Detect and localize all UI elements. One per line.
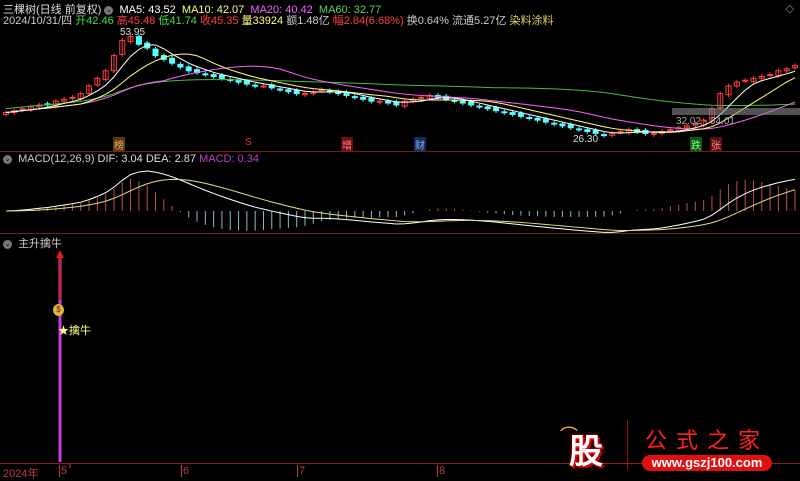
candle-body xyxy=(517,112,524,117)
panel-divider xyxy=(0,151,800,152)
candle-body xyxy=(277,88,284,91)
dea-value: DEA: 2.87 xyxy=(145,153,196,165)
candle-body xyxy=(252,84,259,87)
candle-body xyxy=(542,118,549,123)
candle-body xyxy=(202,73,209,76)
event-marker[interactable]: S xyxy=(244,137,253,148)
event-marker[interactable]: 跌 xyxy=(690,137,702,152)
event-marker[interactable]: 财 xyxy=(414,137,426,152)
candle-body xyxy=(493,107,500,112)
candle-body xyxy=(468,101,475,106)
chevron-down-icon[interactable]: ⌄ xyxy=(3,239,12,249)
candle-body xyxy=(559,123,566,127)
candle-body xyxy=(185,66,192,72)
signal-title: 主升擒牛 xyxy=(18,238,63,250)
candle-body xyxy=(584,129,591,133)
axis-month: 7 xyxy=(297,465,306,477)
candle-body xyxy=(169,57,176,64)
signal-header: ⌄ 主升擒牛 xyxy=(3,235,62,251)
candle-body xyxy=(476,105,483,108)
candle-body xyxy=(526,116,533,119)
candle-body xyxy=(360,96,367,100)
chevron-down-icon[interactable]: ⌄ xyxy=(3,154,12,164)
min-price-label: 26.30 xyxy=(573,134,599,145)
axis-month: 5 xyxy=(59,465,68,477)
watermark-divider xyxy=(627,420,628,470)
chart-canvas[interactable] xyxy=(0,0,800,478)
candle-body xyxy=(667,129,674,132)
max-price-label: 53.95 xyxy=(120,27,146,38)
dif-line xyxy=(5,170,796,233)
candle-body xyxy=(177,63,184,68)
candle-body xyxy=(285,89,292,93)
macd-value: MACD: 0.34 xyxy=(199,153,259,165)
dea-line xyxy=(5,178,796,231)
candle-body xyxy=(501,111,508,114)
event-marker[interactable]: 张 xyxy=(710,137,722,152)
candle-body xyxy=(260,85,267,88)
candle-body xyxy=(617,131,624,134)
candle-body xyxy=(69,96,76,99)
axis-year: 2024年 xyxy=(3,468,39,480)
candle-body xyxy=(484,106,491,110)
candle-body xyxy=(592,129,599,134)
candle-body xyxy=(152,48,159,57)
axis-month: 8 xyxy=(437,465,446,477)
watermark-name: 公式之家 xyxy=(645,429,770,454)
candle-body xyxy=(459,100,466,104)
candle-body xyxy=(368,97,375,102)
watermark-url: www.gszj100.com xyxy=(642,455,772,471)
candle-body xyxy=(600,134,607,137)
signal-label: ★擒牛 xyxy=(58,325,91,337)
candle-body xyxy=(534,117,541,121)
axis-month: 6 xyxy=(181,465,190,477)
candle-body xyxy=(19,108,26,111)
candle-body xyxy=(418,96,425,99)
watermark-logo: ⌒ 股 xyxy=(560,426,603,471)
candle-body xyxy=(742,79,749,82)
candle-body xyxy=(551,122,558,125)
candle-body xyxy=(767,74,774,77)
arrow-up-icon xyxy=(56,250,64,258)
candle-body xyxy=(210,74,217,77)
macd-header: ⌄ MACD(12,26,9) DIF: 3.04 DEA: 2.87 MACD… xyxy=(3,153,259,165)
candle-body xyxy=(509,112,516,115)
candle-body xyxy=(567,124,574,129)
money-bag-icon: $ xyxy=(53,304,64,316)
candle-body xyxy=(235,79,242,83)
candle-body xyxy=(576,128,583,131)
macd-title: MACD(12,26,9) xyxy=(18,153,95,165)
event-marker[interactable]: 增 xyxy=(341,137,353,152)
dif-value: DIF: 3.04 xyxy=(97,153,143,165)
panel-divider xyxy=(0,233,800,234)
candle-body xyxy=(385,100,392,104)
range-band xyxy=(672,108,800,115)
candle-body xyxy=(351,96,358,99)
candle-body xyxy=(243,80,250,85)
range-label: 32.02 - 34.01 xyxy=(676,116,735,127)
candle-body xyxy=(218,74,225,79)
candle-body xyxy=(293,90,300,95)
event-marker[interactable]: 榜 xyxy=(113,137,125,152)
